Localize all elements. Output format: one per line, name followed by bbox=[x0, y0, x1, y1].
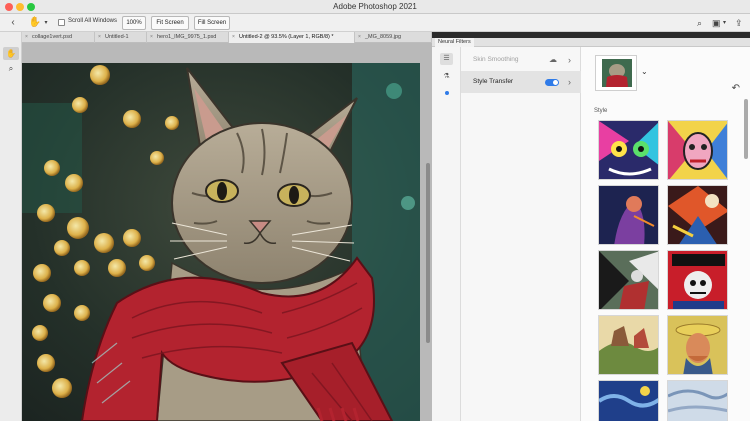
filter-label: Style Transfer bbox=[473, 78, 514, 85]
close-tab-icon[interactable]: × bbox=[150, 32, 153, 43]
close-tab-icon[interactable]: × bbox=[232, 32, 235, 43]
style-section-label: Style bbox=[594, 108, 608, 114]
style-preset-tile[interactable] bbox=[598, 120, 659, 180]
tab-document[interactable]: × Untitled-1 bbox=[95, 32, 147, 43]
workspace-chevron-icon[interactable]: ▾ bbox=[723, 17, 726, 29]
fit-screen-button[interactable]: Fit Screen bbox=[151, 16, 189, 30]
settings-scrollbar[interactable] bbox=[744, 99, 748, 159]
undo-icon[interactable]: ↶ bbox=[732, 83, 740, 94]
filter-style-transfer[interactable]: Style Transfer › bbox=[461, 71, 581, 93]
neural-filters-tab-bar: Neural Filters bbox=[432, 38, 750, 47]
style-preset-image bbox=[599, 121, 658, 179]
style-preset-image bbox=[668, 121, 727, 179]
zoom-tool-icon[interactable]: ⌕ bbox=[3, 62, 19, 75]
search-icon[interactable]: ⌕ bbox=[697, 17, 702, 29]
tab-document[interactable]: × _MG_8059.jpg bbox=[355, 32, 432, 43]
zoom-100-button[interactable]: 100% bbox=[122, 16, 146, 30]
neural-filters-tab[interactable]: Neural Filters bbox=[435, 38, 474, 47]
style-preset-image bbox=[599, 381, 658, 421]
chevron-right-icon[interactable]: › bbox=[568, 49, 571, 71]
scroll-all-windows-label: Scroll All Windows bbox=[68, 18, 118, 24]
options-bar: ‹ ✋ ▾ Scroll All Windows 100% Fit Screen… bbox=[0, 14, 750, 32]
cat-artwork-image bbox=[22, 63, 420, 421]
tab-document[interactable]: × collage1vert.psd bbox=[22, 32, 95, 43]
sliders-icon[interactable]: ☰ bbox=[440, 53, 453, 65]
active-indicator-dot bbox=[445, 91, 449, 95]
back-chevron-icon[interactable]: ‹ bbox=[8, 16, 18, 30]
style-preset-image bbox=[599, 251, 658, 309]
photoshop-window: Adobe Photoshop 2021 ‹ ✋ ▾ Scroll All Wi… bbox=[0, 0, 750, 421]
style-preset-tile[interactable] bbox=[598, 185, 659, 245]
tab-document-active[interactable]: × Untitled-2 @ 93.5% (Layer 1, RGB/8) * bbox=[229, 32, 355, 43]
canvas-vertical-scrollbar[interactable] bbox=[426, 163, 430, 343]
document-tabs: × collage1vert.psd × Untitled-1 × hero1_IMG… bbox=[22, 32, 432, 43]
dropdown-arrow-icon[interactable]: ▾ bbox=[43, 16, 49, 30]
tools-panel: ✋ ⌕ bbox=[0, 32, 22, 421]
chevron-right-icon[interactable]: › bbox=[568, 71, 571, 93]
share-icon[interactable]: ⇪ bbox=[735, 17, 743, 29]
style-preset-image bbox=[599, 186, 658, 244]
hand-tool-icon[interactable]: ✋ bbox=[28, 16, 42, 30]
workspace-icon[interactable]: ▣ bbox=[712, 17, 721, 29]
style-preset-tile[interactable] bbox=[667, 315, 728, 375]
title-bar: Adobe Photoshop 2021 bbox=[0, 0, 750, 14]
filter-label: Skin Smoothing bbox=[473, 56, 519, 63]
style-preset-image bbox=[668, 186, 727, 244]
style-preset-tile[interactable] bbox=[667, 120, 728, 180]
style-preset-image bbox=[668, 251, 727, 309]
beaker-icon[interactable]: ⚗ bbox=[440, 71, 453, 83]
close-tab-icon[interactable]: × bbox=[25, 32, 28, 43]
scroll-all-windows-checkbox[interactable] bbox=[58, 19, 65, 26]
hand-tool-icon[interactable]: ✋ bbox=[3, 47, 19, 60]
document-canvas[interactable] bbox=[22, 43, 432, 421]
close-tab-icon[interactable]: × bbox=[358, 32, 361, 43]
style-preset-image bbox=[668, 316, 727, 374]
neural-filters-category-rail: ☰ ⚗ bbox=[432, 47, 461, 421]
style-transfer-settings: ⌄ ↶ Style bbox=[581, 47, 750, 421]
style-preset-tile[interactable] bbox=[598, 250, 659, 310]
style-preset-tile[interactable] bbox=[667, 185, 728, 245]
chevron-down-icon[interactable]: ⌄ bbox=[641, 67, 648, 76]
tab-document[interactable]: × hero1_IMG_9975_1.psd bbox=[147, 32, 229, 43]
style-transfer-toggle[interactable] bbox=[545, 79, 559, 86]
cloud-download-icon[interactable]: ☁ bbox=[549, 49, 557, 71]
reference-image-selector[interactable] bbox=[595, 55, 637, 91]
close-tab-icon[interactable]: × bbox=[98, 32, 101, 43]
style-preset-tile[interactable] bbox=[667, 380, 728, 421]
style-preset-tile[interactable] bbox=[598, 380, 659, 421]
style-preset-tile[interactable] bbox=[667, 250, 728, 310]
fill-screen-button[interactable]: Fill Screen bbox=[194, 16, 230, 30]
filter-skin-smoothing[interactable]: Skin Smoothing ☁ › bbox=[461, 49, 581, 71]
neural-filters-list: Skin Smoothing ☁ › Style Transfer › bbox=[461, 47, 581, 421]
style-preset-image bbox=[599, 316, 658, 374]
style-preset-image bbox=[668, 381, 727, 421]
app-title: Adobe Photoshop 2021 bbox=[333, 2, 417, 11]
style-preset-tile[interactable] bbox=[598, 315, 659, 375]
reference-image-thumbnail bbox=[602, 59, 632, 87]
